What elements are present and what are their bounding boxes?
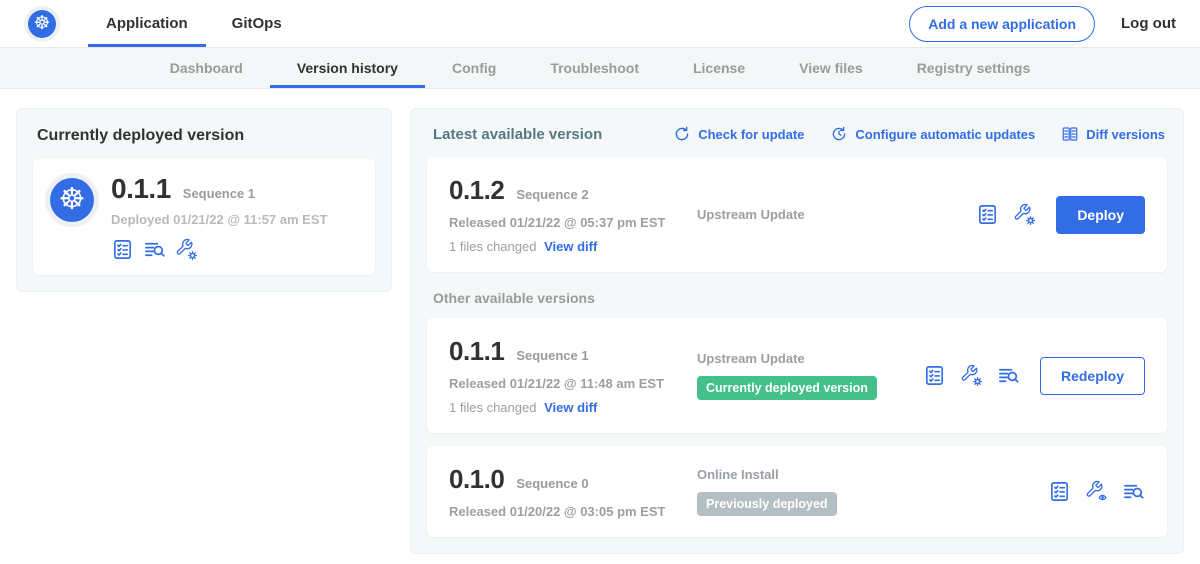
logout-button[interactable]: Log out [1121, 15, 1176, 32]
version-card-0-1-0: 0.1.0 Sequence 0 Released 01/20/22 @ 03:… [427, 446, 1167, 537]
version-card-0-1-2: 0.1.2 Sequence 2 Released 01/21/22 @ 05:… [427, 157, 1167, 272]
tab-config[interactable]: Config [425, 48, 523, 88]
view-config-icon[interactable] [1085, 480, 1108, 503]
tab-dashboard[interactable]: Dashboard [143, 48, 270, 88]
diff-versions-link[interactable]: Diff versions [1061, 125, 1165, 143]
edit-config-icon[interactable] [960, 364, 983, 387]
tab-application[interactable]: Application [88, 0, 206, 47]
sequence-label: Sequence 0 [516, 476, 588, 491]
version-source-label: Upstream Update [697, 351, 923, 366]
main-content: Currently deployed version ☸ 0.1.1 Seque… [0, 89, 1200, 554]
deploy-logs-icon[interactable] [1122, 480, 1145, 503]
previously-deployed-badge: Previously deployed [697, 492, 837, 516]
version-history-panel: Latest available version Check for updat… [410, 108, 1184, 554]
edit-config-icon[interactable] [175, 238, 198, 261]
redeploy-button[interactable]: Redeploy [1040, 357, 1145, 395]
top-nav: Application GitOps [88, 0, 300, 47]
deployed-sequence-label: Sequence 1 [183, 186, 255, 201]
deployed-timestamp: Deployed 01/21/22 @ 11:57 am EST [111, 212, 327, 227]
kubernetes-logo: ☸ [24, 6, 60, 42]
refresh-icon [673, 125, 691, 143]
version-source-label: Online Install [697, 467, 1048, 482]
latest-available-title: Latest available version [433, 126, 602, 143]
currently-deployed-title: Currently deployed version [37, 127, 375, 145]
released-timestamp: Released 01/21/22 @ 05:37 pm EST [449, 215, 697, 230]
currently-deployed-badge: Currently deployed version [697, 376, 877, 400]
preflight-checklist-icon[interactable] [1048, 480, 1071, 503]
tab-gitops[interactable]: GitOps [214, 0, 300, 47]
released-timestamp: Released 01/21/22 @ 11:48 am EST [449, 376, 697, 391]
currently-deployed-card: ☸ 0.1.1 Sequence 1 Deployed 01/21/22 @ 1… [33, 159, 375, 275]
version-source-label: Upstream Update [697, 207, 976, 222]
deploy-logs-icon[interactable] [143, 238, 166, 261]
deploy-button[interactable]: Deploy [1056, 196, 1145, 234]
currently-deployed-panel: Currently deployed version ☸ 0.1.1 Seque… [16, 108, 392, 292]
files-changed-label: 1 files changed [449, 239, 536, 254]
version-number: 0.1.0 [449, 464, 504, 495]
files-changed-label: 1 files changed [449, 400, 536, 415]
tab-license[interactable]: License [666, 48, 772, 88]
deployed-version-number: 0.1.1 [111, 173, 171, 205]
tab-troubleshoot[interactable]: Troubleshoot [523, 48, 666, 88]
preflight-checklist-icon[interactable] [111, 238, 134, 261]
tab-view-files[interactable]: View files [772, 48, 890, 88]
view-diff-link[interactable]: View diff [544, 400, 597, 415]
preflight-checklist-icon[interactable] [976, 203, 999, 226]
add-application-button[interactable]: Add a new application [909, 6, 1095, 42]
top-bar: ☸ Application GitOps Add a new applicati… [0, 0, 1200, 47]
diff-icon [1061, 125, 1079, 143]
sequence-label: Sequence 1 [516, 348, 588, 363]
app-logo-header: ☸ [24, 0, 60, 47]
clock-arrow-icon [830, 125, 848, 143]
edit-config-icon[interactable] [1013, 203, 1036, 226]
tab-registry-settings[interactable]: Registry settings [890, 48, 1058, 88]
version-number: 0.1.1 [449, 336, 504, 367]
kubernetes-app-logo: ☸ [45, 173, 99, 227]
deploy-logs-icon[interactable] [997, 364, 1020, 387]
preflight-checklist-icon[interactable] [923, 364, 946, 387]
configure-automatic-updates-link[interactable]: Configure automatic updates [830, 125, 1035, 143]
sequence-label: Sequence 2 [516, 187, 588, 202]
version-number: 0.1.2 [449, 175, 504, 206]
check-for-update-link[interactable]: Check for update [673, 125, 804, 143]
other-versions-title: Other available versions [433, 290, 1165, 306]
version-card-0-1-1: 0.1.1 Sequence 1 Released 01/21/22 @ 11:… [427, 318, 1167, 433]
app-subnav: Dashboard Version history Config Trouble… [0, 47, 1200, 89]
tab-version-history[interactable]: Version history [270, 48, 425, 88]
view-diff-link[interactable]: View diff [544, 239, 597, 254]
released-timestamp: Released 01/20/22 @ 03:05 pm EST [449, 504, 697, 519]
